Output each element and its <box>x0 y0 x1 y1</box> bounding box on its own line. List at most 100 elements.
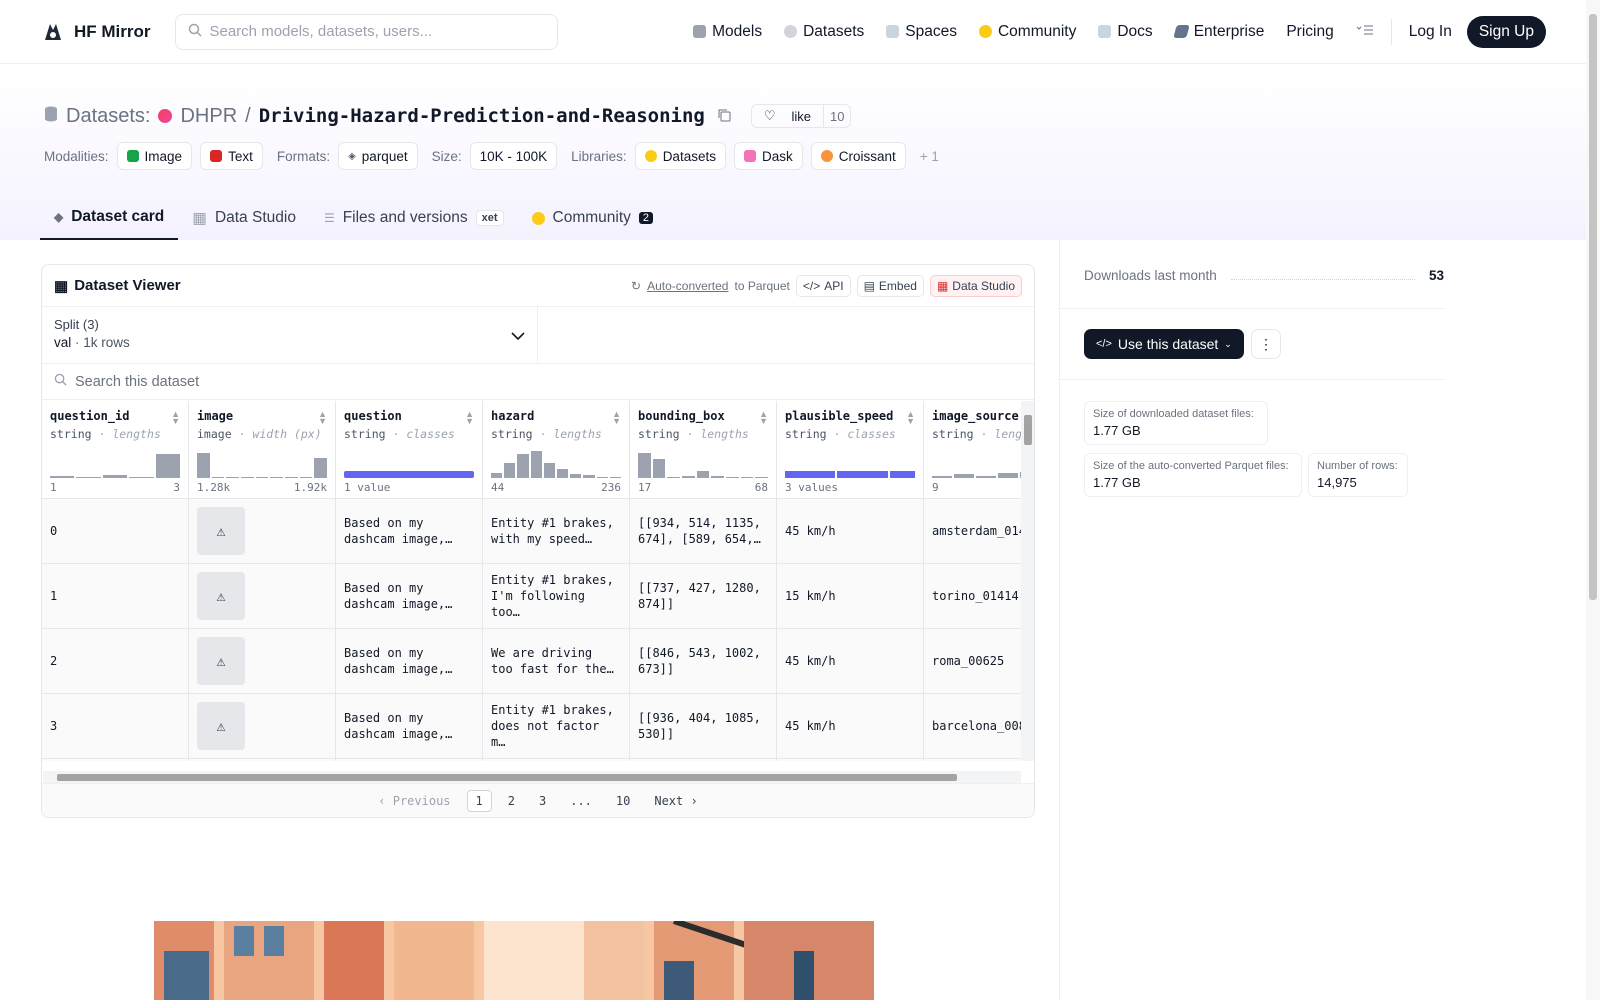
brand-logo[interactable]: HF Mirror <box>40 19 151 45</box>
table-vertical-scrollbar[interactable] <box>1021 401 1034 761</box>
section-label[interactable]: Datasets: <box>66 105 150 128</box>
table-cell[interactable]: amsterdam_014 <box>924 499 1022 564</box>
split-select[interactable]: Split (3) val · 1k rows <box>42 307 538 363</box>
table-cell[interactable]: We are driving too fast for the… <box>483 629 629 694</box>
sort-icon[interactable]: ▲ ▼ <box>759 410 768 426</box>
histogram-bar[interactable] <box>517 454 529 478</box>
library-datasets-chip[interactable]: Datasets <box>634 142 726 170</box>
histogram-bar[interactable] <box>740 477 754 478</box>
table-cell[interactable]: Based on my dashcam image,… <box>336 694 482 759</box>
table-cell[interactable]: Entity #1 brakes, I'm following too… <box>483 564 629 629</box>
table-cell[interactable]: 45 km/h <box>777 694 923 759</box>
histogram-bar[interactable] <box>998 473 1018 478</box>
repo-name[interactable]: Driving-Hazard-Prediction-and-Reasoning <box>259 105 705 127</box>
histogram-bar[interactable] <box>609 477 622 478</box>
column-header[interactable]: hazard string · lengths ▲ ▼ 44 236 <box>483 401 629 499</box>
warning-icon[interactable]: ⚠ <box>197 637 245 685</box>
histogram-bar[interactable] <box>932 476 952 478</box>
table-cell[interactable]: 15 km/h <box>777 564 923 629</box>
histogram-bar[interactable] <box>270 477 284 478</box>
api-button[interactable]: </> API <box>795 274 851 297</box>
data-studio-button[interactable]: ▦ Data Studio <box>929 274 1022 297</box>
tab-dataset-card[interactable]: ◆ Dataset card <box>40 196 179 240</box>
dataset-search[interactable]: Search this dataset <box>42 364 1034 400</box>
histogram-bar[interactable] <box>954 474 974 478</box>
page-2-button[interactable]: 2 <box>500 791 523 811</box>
table-cell[interactable]: 45 km/h <box>777 499 923 564</box>
tab-community[interactable]: Community 2 <box>518 196 668 240</box>
histogram-bar[interactable] <box>583 475 595 478</box>
modality-text-chip[interactable]: Text <box>200 142 263 170</box>
table-cell[interactable]: roma_00625 <box>924 629 1022 694</box>
histogram-bar[interactable] <box>557 469 569 478</box>
histogram-bar[interactable] <box>255 477 269 478</box>
column-histogram[interactable] <box>50 450 181 478</box>
column-header[interactable]: plausible_speed string · classes ▲ ▼ 3 value… <box>777 401 923 499</box>
histogram-bar[interactable] <box>197 453 210 478</box>
copy-icon[interactable] <box>717 105 731 128</box>
histogram-bar[interactable] <box>976 476 996 478</box>
histogram-bar[interactable] <box>314 458 328 478</box>
histogram-bar[interactable] <box>570 474 582 478</box>
warning-icon[interactable]: ⚠ <box>197 702 245 750</box>
table-cell[interactable]: barcelona_008 <box>924 694 1022 759</box>
page-scrollbar[interactable] <box>1586 0 1600 1000</box>
histogram-bar[interactable] <box>76 477 101 478</box>
previous-page-button[interactable]: ‹ Previous <box>370 791 458 811</box>
histogram-bar[interactable] <box>211 477 225 478</box>
autoconverted-link[interactable]: Auto-converted <box>647 279 728 293</box>
more-libraries-link[interactable]: + 1 <box>920 149 939 164</box>
table-cell[interactable]: 2 <box>42 629 188 694</box>
class-segment[interactable] <box>889 471 916 478</box>
table-cell[interactable]: ⚠ <box>189 629 335 694</box>
histogram-bar[interactable] <box>543 463 556 478</box>
histogram-bar[interactable] <box>491 473 503 478</box>
histogram-bar[interactable] <box>241 477 254 478</box>
column-header[interactable]: image_sourcestring · leng▲▼9 <box>924 401 1022 499</box>
table-cell[interactable]: 1 <box>42 564 188 629</box>
column-histogram[interactable] <box>197 450 328 478</box>
table-horizontal-scrollbar[interactable] <box>43 771 1021 783</box>
table-cell[interactable]: torino_01414 <box>924 564 1022 629</box>
sort-icon[interactable]: ▲ ▼ <box>906 410 915 426</box>
histogram-bar[interactable] <box>696 471 710 478</box>
modality-image-chip[interactable]: Image <box>116 142 193 170</box>
class-segment[interactable] <box>785 471 836 478</box>
histogram-bar[interactable] <box>652 459 666 478</box>
use-dataset-button[interactable]: </> Use this dataset ⌄ <box>1084 329 1244 359</box>
signup-button[interactable]: Sign Up <box>1466 15 1546 48</box>
tab-files[interactable]: ☰ Files and versions xet <box>310 196 518 240</box>
histogram-bar[interactable] <box>50 476 75 478</box>
table-cell[interactable]: Entity #1 brakes, does not factor m… <box>483 694 629 759</box>
table-cell[interactable]: [[936, 404, 1085, 530]] <box>630 694 776 759</box>
column-histogram[interactable] <box>932 450 1022 478</box>
library-croissant-chip[interactable]: Croissant <box>810 142 906 170</box>
format-parquet-chip[interactable]: ◈ parquet <box>338 142 418 170</box>
table-cell[interactable]: ⚠ <box>189 564 335 629</box>
table-cell[interactable]: [[846, 543, 1002, 673]] <box>630 629 776 694</box>
sort-icon[interactable]: ▲ ▼ <box>465 410 474 426</box>
histogram-bar[interactable] <box>682 476 695 478</box>
sort-icon[interactable]: ▲ ▼ <box>612 410 621 426</box>
next-page-button[interactable]: Next › <box>646 791 705 811</box>
column-header[interactable]: question_id string · lengths ▲ ▼ 1 3 <box>42 401 188 499</box>
histogram-bar[interactable] <box>155 454 181 478</box>
histogram-bar[interactable] <box>667 477 681 478</box>
nav-spaces[interactable]: Spaces <box>875 23 968 41</box>
table-cell[interactable]: [[737, 427, 1280, 874]] <box>630 564 776 629</box>
library-dask-chip[interactable]: Dask <box>733 142 803 170</box>
histogram-bar[interactable] <box>596 476 608 478</box>
more-menu-button[interactable] <box>1345 23 1385 41</box>
page-3-button[interactable]: 3 <box>531 791 554 811</box>
org-link[interactable]: DHPR <box>180 105 237 128</box>
histogram-bar[interactable] <box>711 476 725 478</box>
sort-icon[interactable]: ▲ ▼ <box>318 410 327 426</box>
histogram-bar[interactable] <box>299 477 313 478</box>
size-chip[interactable]: 10K - 100K <box>469 142 558 170</box>
nav-community[interactable]: Community <box>968 23 1087 41</box>
histogram-bar[interactable] <box>226 477 240 478</box>
table-cell[interactable]: ⚠ <box>189 694 335 759</box>
nav-docs[interactable]: Docs <box>1087 23 1163 41</box>
table-cell[interactable]: Entity #1 brakes, with my speed… <box>483 499 629 564</box>
column-header[interactable]: image image · width (px) ▲ ▼ 1.28k 1.92k <box>189 401 335 499</box>
